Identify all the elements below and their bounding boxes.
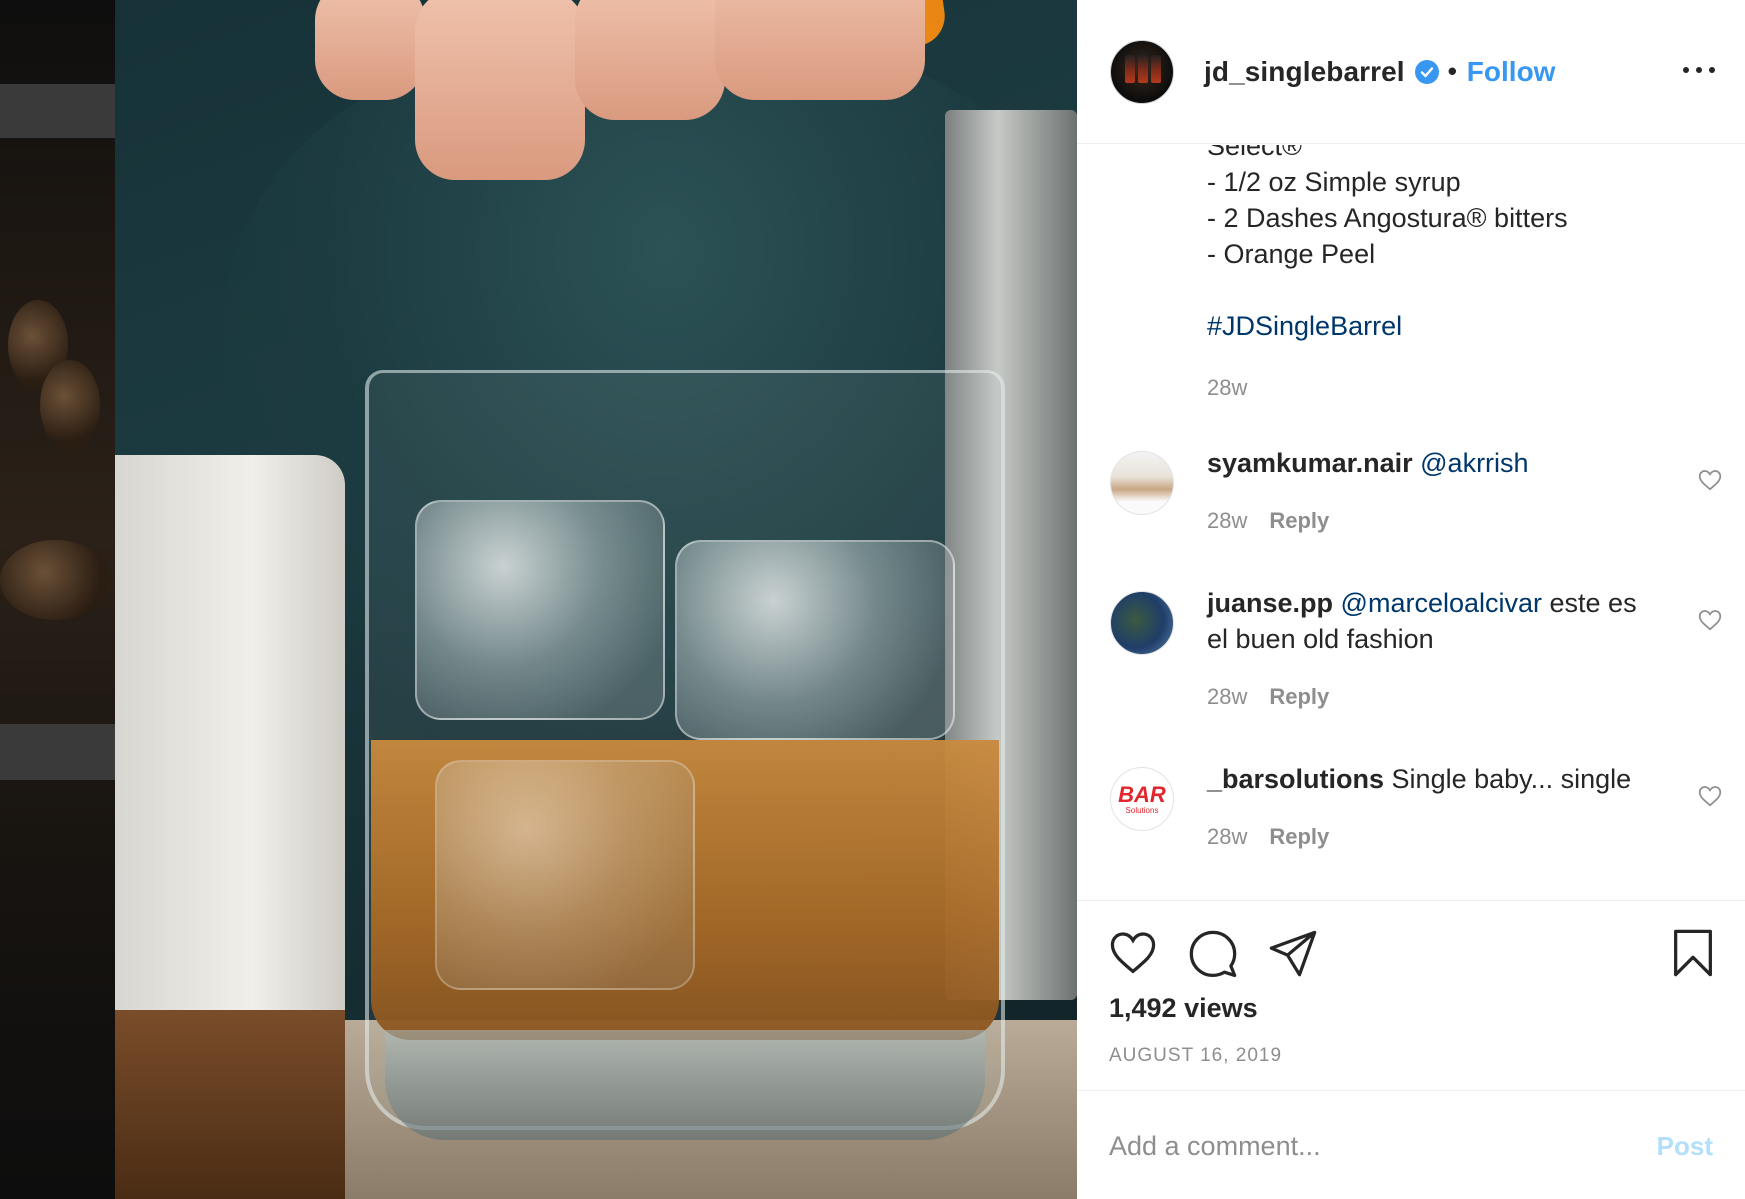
post-date: AUGUST 16, 2019 [1109, 1045, 1283, 1066]
post-header: jd_singlebarrel • Follow [1077, 0, 1745, 144]
caption-line: - Orange Peel [1207, 239, 1376, 269]
profile-avatar[interactable] [1110, 39, 1174, 104]
comment-mention-link[interactable]: @akrrish [1420, 448, 1528, 478]
comment-mention-link[interactable]: @marceloalcivar [1341, 588, 1542, 618]
commenter-avatar[interactable]: BAR Solutions [1110, 767, 1174, 831]
commenter-avatar[interactable] [1110, 451, 1174, 515]
post-details-panel: jd_singlebarrel • Follow Select® - 1/2 o… [1077, 0, 1745, 1199]
caption-line: Select® [1207, 145, 1302, 161]
comment-username-link[interactable]: _barsolutions [1207, 764, 1384, 794]
reply-button[interactable]: Reply [1269, 684, 1329, 709]
add-comment-input[interactable] [1109, 1121, 1609, 1171]
save-bookmark-icon[interactable] [1667, 927, 1719, 979]
bar-solutions-logo-text: BAR [1118, 781, 1166, 807]
caption-timestamp: 28w [1207, 375, 1248, 400]
follow-button[interactable]: Follow [1467, 56, 1556, 88]
reply-button[interactable]: Reply [1269, 824, 1329, 849]
like-comment-heart-icon[interactable] [1697, 783, 1723, 809]
comment-timestamp: 28w [1207, 508, 1248, 533]
commenter-avatar[interactable] [1110, 591, 1174, 655]
background-feed-strip [0, 0, 115, 1199]
post-actions: 1,492 views AUGUST 16, 2019 [1077, 900, 1745, 1090]
post-video[interactable] [115, 0, 1077, 1199]
like-comment-heart-icon[interactable] [1697, 467, 1723, 493]
like-heart-icon[interactable] [1107, 927, 1159, 979]
post-comment-button[interactable]: Post [1657, 1131, 1713, 1162]
username-link[interactable]: jd_singlebarrel [1204, 56, 1405, 88]
add-comment-bar: Post [1077, 1090, 1745, 1199]
caption-hashtag-link[interactable]: #JDSingleBarrel [1207, 311, 1402, 342]
instagram-post-modal: jd_singlebarrel • Follow Select® - 1/2 o… [0, 0, 1745, 1199]
comment-text: el buen old fashion [1207, 624, 1434, 654]
comment-timestamp: 28w [1207, 824, 1248, 849]
comment-text: este es [1542, 588, 1637, 618]
view-count[interactable]: 1,492 views [1109, 993, 1258, 1024]
like-comment-heart-icon[interactable] [1697, 607, 1723, 633]
verified-badge-icon [1414, 59, 1439, 84]
comment-username-link[interactable]: juanse.pp [1207, 588, 1333, 618]
caption-line: - 2 Dashes Angostura® bitters [1207, 203, 1568, 233]
share-paper-plane-icon[interactable] [1267, 927, 1319, 979]
bar-solutions-logo-subtext: Solutions [1125, 805, 1159, 815]
comment-username-link[interactable]: syamkumar.nair [1207, 448, 1413, 478]
reply-button[interactable]: Reply [1269, 508, 1329, 533]
comments-scroll-area[interactable]: Select® - 1/2 oz Simple syrup - 2 Dashes… [1077, 145, 1745, 900]
more-options-icon[interactable] [1683, 54, 1715, 86]
caption-line: - 1/2 oz Simple syrup [1207, 167, 1461, 197]
comment-text: Single baby... single [1391, 764, 1632, 794]
header-separator: • [1447, 56, 1457, 86]
comment-bubble-icon[interactable] [1187, 927, 1239, 979]
comment-timestamp: 28w [1207, 684, 1248, 709]
